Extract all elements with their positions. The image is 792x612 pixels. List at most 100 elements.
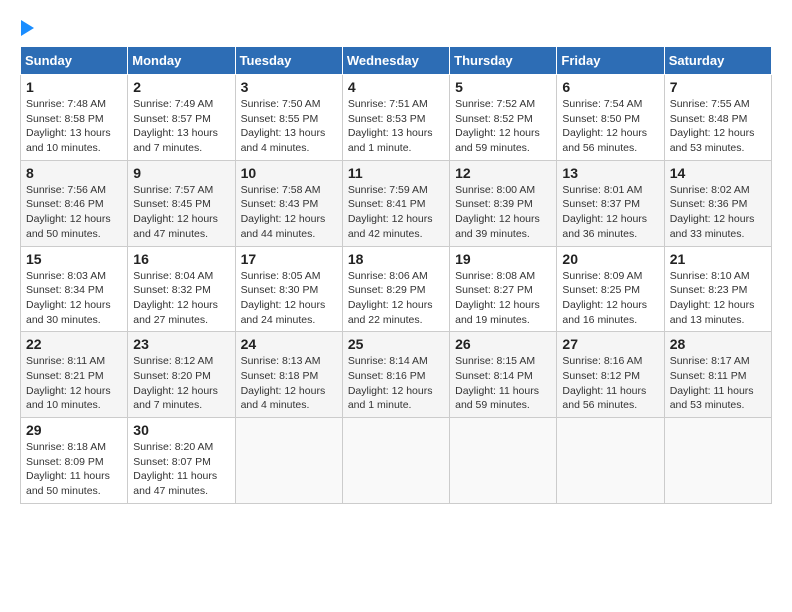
- day-info: Sunrise: 7:57 AMSunset: 8:45 PMDaylight:…: [133, 183, 229, 242]
- calendar-day-cell: 25 Sunrise: 8:14 AMSunset: 8:16 PMDayligh…: [342, 332, 449, 418]
- logo-arrow-icon: [21, 20, 34, 36]
- calendar-header-row: SundayMondayTuesdayWednesdayThursdayFrid…: [21, 47, 772, 75]
- day-info: Sunrise: 7:50 AMSunset: 8:55 PMDaylight:…: [241, 97, 337, 156]
- day-info: Sunrise: 8:08 AMSunset: 8:27 PMDaylight:…: [455, 269, 551, 328]
- empty-cell: [557, 418, 664, 504]
- day-number: 18: [348, 251, 444, 267]
- day-number: 1: [26, 79, 122, 95]
- calendar-day-cell: 27 Sunrise: 8:16 AMSunset: 8:12 PMDayligh…: [557, 332, 664, 418]
- empty-cell: [235, 418, 342, 504]
- calendar-day-cell: 12 Sunrise: 8:00 AMSunset: 8:39 PMDayligh…: [450, 160, 557, 246]
- day-info: Sunrise: 8:06 AMSunset: 8:29 PMDaylight:…: [348, 269, 444, 328]
- weekday-header-sunday: Sunday: [21, 47, 128, 75]
- day-info: Sunrise: 8:04 AMSunset: 8:32 PMDaylight:…: [133, 269, 229, 328]
- day-number: 6: [562, 79, 658, 95]
- calendar-day-cell: 5 Sunrise: 7:52 AMSunset: 8:52 PMDaylight…: [450, 75, 557, 161]
- empty-cell: [342, 418, 449, 504]
- day-number: 28: [670, 336, 766, 352]
- calendar-day-cell: 29 Sunrise: 8:18 AMSunset: 8:09 PMDayligh…: [21, 418, 128, 504]
- weekday-header-tuesday: Tuesday: [235, 47, 342, 75]
- day-number: 3: [241, 79, 337, 95]
- day-info: Sunrise: 7:59 AMSunset: 8:41 PMDaylight:…: [348, 183, 444, 242]
- day-number: 11: [348, 165, 444, 181]
- day-info: Sunrise: 8:12 AMSunset: 8:20 PMDaylight:…: [133, 354, 229, 413]
- calendar-day-cell: 1 Sunrise: 7:48 AMSunset: 8:58 PMDaylight…: [21, 75, 128, 161]
- page-header: [20, 20, 772, 36]
- calendar-day-cell: 10Sunrise: 7:58 AMSunset: 8:43 PMDayligh…: [235, 160, 342, 246]
- day-info: Sunrise: 8:01 AMSunset: 8:37 PMDaylight:…: [562, 183, 658, 242]
- day-info: Sunrise: 8:18 AMSunset: 8:09 PMDaylight:…: [26, 440, 122, 499]
- weekday-header-friday: Friday: [557, 47, 664, 75]
- calendar-day-cell: 6 Sunrise: 7:54 AMSunset: 8:50 PMDaylight…: [557, 75, 664, 161]
- day-number: 25: [348, 336, 444, 352]
- day-info: Sunrise: 8:09 AMSunset: 8:25 PMDaylight:…: [562, 269, 658, 328]
- calendar-day-cell: 30Sunrise: 8:20 AMSunset: 8:07 PMDayligh…: [128, 418, 235, 504]
- calendar-week-row: 22 Sunrise: 8:11 AMSunset: 8:21 PMDayligh…: [21, 332, 772, 418]
- calendar-day-cell: 28Sunrise: 8:17 AMSunset: 8:11 PMDayligh…: [664, 332, 771, 418]
- day-info: Sunrise: 7:49 AMSunset: 8:57 PMDaylight:…: [133, 97, 229, 156]
- day-info: Sunrise: 8:03 AMSunset: 8:34 PMDaylight:…: [26, 269, 122, 328]
- calendar-day-cell: 17 Sunrise: 8:05 AMSunset: 8:30 PMDayligh…: [235, 246, 342, 332]
- weekday-header-saturday: Saturday: [664, 47, 771, 75]
- day-info: Sunrise: 7:48 AMSunset: 8:58 PMDaylight:…: [26, 97, 122, 156]
- day-number: 21: [670, 251, 766, 267]
- day-number: 14: [670, 165, 766, 181]
- calendar-day-cell: 7Sunrise: 7:55 AMSunset: 8:48 PMDaylight…: [664, 75, 771, 161]
- day-number: 10: [241, 165, 337, 181]
- day-info: Sunrise: 8:16 AMSunset: 8:12 PMDaylight:…: [562, 354, 658, 413]
- calendar-day-cell: 14 Sunrise: 8:02 AMSunset: 8:36 PMDayligh…: [664, 160, 771, 246]
- calendar-day-cell: 24 Sunrise: 8:13 AMSunset: 8:18 PMDayligh…: [235, 332, 342, 418]
- calendar-week-row: 8 Sunrise: 7:56 AMSunset: 8:46 PMDaylight…: [21, 160, 772, 246]
- day-number: 17: [241, 251, 337, 267]
- day-info: Sunrise: 7:52 AMSunset: 8:52 PMDaylight:…: [455, 97, 551, 156]
- calendar-day-cell: 22 Sunrise: 8:11 AMSunset: 8:21 PMDayligh…: [21, 332, 128, 418]
- day-number: 22: [26, 336, 122, 352]
- day-info: Sunrise: 8:11 AMSunset: 8:21 PMDaylight:…: [26, 354, 122, 413]
- day-number: 12: [455, 165, 551, 181]
- day-number: 4: [348, 79, 444, 95]
- calendar-week-row: 15 Sunrise: 8:03 AMSunset: 8:34 PMDayligh…: [21, 246, 772, 332]
- day-info: Sunrise: 8:13 AMSunset: 8:18 PMDaylight:…: [241, 354, 337, 413]
- calendar-day-cell: 2 Sunrise: 7:49 AMSunset: 8:57 PMDaylight…: [128, 75, 235, 161]
- calendar-day-cell: 26Sunrise: 8:15 AMSunset: 8:14 PMDayligh…: [450, 332, 557, 418]
- day-number: 15: [26, 251, 122, 267]
- calendar-day-cell: 20Sunrise: 8:09 AMSunset: 8:25 PMDayligh…: [557, 246, 664, 332]
- day-info: Sunrise: 8:05 AMSunset: 8:30 PMDaylight:…: [241, 269, 337, 328]
- weekday-header-wednesday: Wednesday: [342, 47, 449, 75]
- day-info: Sunrise: 8:14 AMSunset: 8:16 PMDaylight:…: [348, 354, 444, 413]
- calendar-day-cell: 19 Sunrise: 8:08 AMSunset: 8:27 PMDayligh…: [450, 246, 557, 332]
- day-info: Sunrise: 7:54 AMSunset: 8:50 PMDaylight:…: [562, 97, 658, 156]
- day-number: 16: [133, 251, 229, 267]
- day-number: 9: [133, 165, 229, 181]
- day-info: Sunrise: 7:55 AMSunset: 8:48 PMDaylight:…: [670, 97, 766, 156]
- day-number: 13: [562, 165, 658, 181]
- calendar-week-row: 1 Sunrise: 7:48 AMSunset: 8:58 PMDaylight…: [21, 75, 772, 161]
- day-info: Sunrise: 7:56 AMSunset: 8:46 PMDaylight:…: [26, 183, 122, 242]
- calendar-day-cell: 21Sunrise: 8:10 AMSunset: 8:23 PMDayligh…: [664, 246, 771, 332]
- calendar-day-cell: 18 Sunrise: 8:06 AMSunset: 8:29 PMDayligh…: [342, 246, 449, 332]
- day-info: Sunrise: 8:00 AMSunset: 8:39 PMDaylight:…: [455, 183, 551, 242]
- empty-cell: [450, 418, 557, 504]
- day-number: 19: [455, 251, 551, 267]
- day-number: 24: [241, 336, 337, 352]
- day-info: Sunrise: 8:02 AMSunset: 8:36 PMDaylight:…: [670, 183, 766, 242]
- day-number: 8: [26, 165, 122, 181]
- calendar-day-cell: 9 Sunrise: 7:57 AMSunset: 8:45 PMDaylight…: [128, 160, 235, 246]
- day-number: 26: [455, 336, 551, 352]
- weekday-header-thursday: Thursday: [450, 47, 557, 75]
- calendar-day-cell: 4 Sunrise: 7:51 AMSunset: 8:53 PMDaylight…: [342, 75, 449, 161]
- day-number: 27: [562, 336, 658, 352]
- weekday-header-monday: Monday: [128, 47, 235, 75]
- calendar-day-cell: 16 Sunrise: 8:04 AMSunset: 8:32 PMDayligh…: [128, 246, 235, 332]
- calendar-day-cell: 8 Sunrise: 7:56 AMSunset: 8:46 PMDaylight…: [21, 160, 128, 246]
- calendar-day-cell: 11 Sunrise: 7:59 AMSunset: 8:41 PMDayligh…: [342, 160, 449, 246]
- calendar-day-cell: 13 Sunrise: 8:01 AMSunset: 8:37 PMDayligh…: [557, 160, 664, 246]
- day-number: 5: [455, 79, 551, 95]
- calendar-table: SundayMondayTuesdayWednesdayThursdayFrid…: [20, 46, 772, 504]
- day-info: Sunrise: 8:20 AMSunset: 8:07 PMDaylight:…: [133, 440, 229, 499]
- day-number: 2: [133, 79, 229, 95]
- day-number: 23: [133, 336, 229, 352]
- day-number: 29: [26, 422, 122, 438]
- day-info: Sunrise: 7:51 AMSunset: 8:53 PMDaylight:…: [348, 97, 444, 156]
- logo: [20, 20, 34, 36]
